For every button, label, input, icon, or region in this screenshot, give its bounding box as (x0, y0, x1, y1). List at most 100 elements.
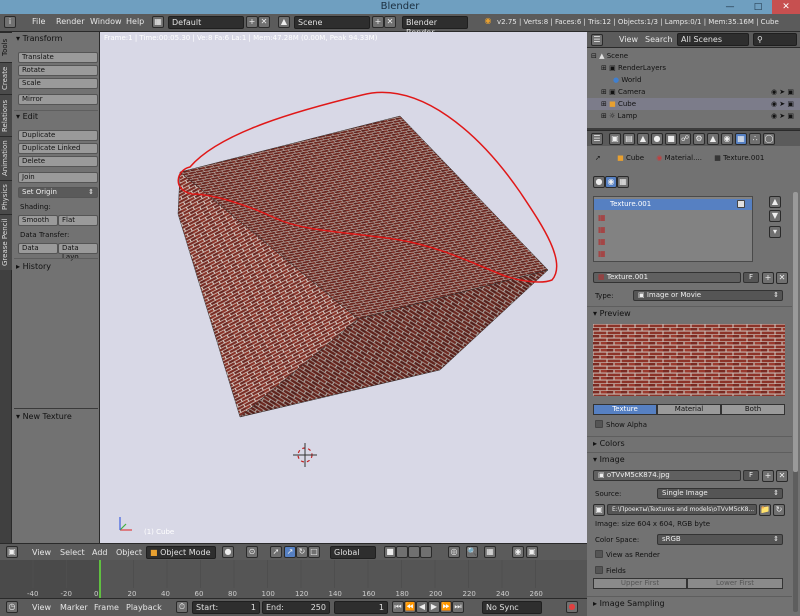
preview-material-toggle[interactable]: Material (657, 404, 721, 415)
scale-button[interactable]: Scale (18, 78, 98, 89)
snap-element-icon[interactable]: ▦ (484, 546, 496, 558)
translate-manipulator-icon[interactable]: ↗ (284, 546, 296, 558)
empty-slot-icon[interactable]: ▦ (598, 225, 606, 234)
tab-relations[interactable]: Relations (0, 94, 12, 136)
layout-add-icon[interactable]: + (246, 16, 258, 28)
menu-window[interactable]: Window (90, 17, 122, 26)
menu-frame[interactable]: Frame (94, 603, 119, 612)
material-tab-icon[interactable]: ◉ (721, 133, 733, 145)
translate-button[interactable]: Translate (18, 52, 98, 63)
record-icon[interactable]: ● (566, 601, 578, 613)
editor-type-icon[interactable]: ▣ (6, 546, 18, 558)
fake-user-button[interactable]: F (743, 272, 759, 283)
expand-icon[interactable]: ⊞ (601, 64, 607, 72)
viewport-shading-icon[interactable]: ● (222, 546, 234, 558)
opengl-anim-icon[interactable]: ▣ (526, 546, 538, 558)
reload-image-icon[interactable]: ↻ (773, 504, 785, 516)
texture-type-dropdown[interactable]: ▣ Image or Movie ⇕ (633, 290, 783, 301)
scene-icon[interactable]: ▲ (278, 16, 290, 28)
scrollbar-thumb[interactable] (793, 192, 798, 472)
visibility-icons[interactable]: ◉ ➤ ▣ (771, 98, 794, 110)
close-icon[interactable]: ✕ (772, 0, 800, 14)
layer-icon[interactable] (420, 546, 432, 558)
proportional-edit-icon[interactable]: ◎ (448, 546, 460, 558)
expand-icon[interactable]: ⊞ (601, 88, 607, 96)
tab-create[interactable]: Create (0, 62, 12, 94)
expand-icon[interactable]: ⊞ (601, 100, 607, 108)
scale-manipulator-icon[interactable]: □ (308, 546, 320, 558)
pack-image-icon[interactable]: ▣ (593, 504, 605, 516)
lower-first-toggle[interactable]: Lower First (687, 578, 783, 589)
preview-range-icon[interactable]: ⏱ (176, 601, 188, 613)
menu-object[interactable]: Object (116, 548, 142, 557)
menu-help[interactable]: Help (126, 17, 144, 26)
outliner-item-camera[interactable]: ⊞ ▣ Camera ◉ ➤ ▣ (587, 86, 800, 98)
textured-cube[interactable] (177, 115, 549, 418)
history-panel-header[interactable]: ▸ History (16, 262, 51, 271)
pivot-point-icon[interactable]: ⊙ (246, 546, 258, 558)
texture-slot-list[interactable]: Texture.001 ▦ ▦ ▦ ▦ (593, 196, 753, 262)
properties-editor-icon[interactable]: ☰ (591, 133, 603, 145)
timeline[interactable]: -40 -20 0 20 40 60 80 100 120 140 160 180 200 220 240 2… (0, 560, 587, 598)
visibility-icons[interactable]: ◉ ➤ ▣ (771, 110, 794, 122)
set-origin-dropdown[interactable]: Set Origin ⇕ (18, 187, 98, 198)
outliner-item-world[interactable]: ● World (587, 74, 800, 86)
particles-tab-icon[interactable]: ∴ (749, 133, 761, 145)
menu-add[interactable]: Add (92, 548, 108, 557)
upper-first-toggle[interactable]: Upper First (593, 578, 687, 589)
texture-slot-enabled-checkbox[interactable] (737, 200, 745, 208)
outliner-item-renderlayers[interactable]: ⊞ ▣ RenderLayers (587, 62, 800, 74)
move-up-icon[interactable]: ▲ (769, 196, 781, 208)
snap-icon[interactable]: 🔍 (466, 546, 478, 558)
outliner-item-scene[interactable]: ⊟ ▲ Scene (587, 50, 800, 62)
preview-both-toggle[interactable]: Both (721, 404, 785, 415)
play-reverse-icon[interactable]: ◀ (416, 601, 428, 613)
image-filepath-field[interactable]: E:\Проекты\Textures and models\oTVvM5cK8… (607, 504, 757, 515)
collapse-icon[interactable]: ⊟ (591, 52, 597, 60)
expand-icon[interactable]: ⊞ (601, 112, 607, 120)
layout-remove-icon[interactable]: ✕ (258, 16, 270, 28)
world-texture-context-icon[interactable]: ● (593, 176, 605, 188)
empty-slot-icon[interactable]: ▦ (598, 237, 606, 246)
new-texture-add-icon[interactable]: + (762, 272, 774, 284)
display-mode-selector[interactable]: All Scenes (677, 33, 749, 46)
sync-mode-selector[interactable]: No Sync (482, 601, 542, 614)
texture-tab-icon[interactable]: ▦ (735, 133, 747, 145)
color-space-dropdown[interactable]: sRGB ⇕ (657, 534, 783, 545)
join-button[interactable]: Join (18, 172, 98, 183)
tab-grease-pencil[interactable]: Grease Pencil (0, 214, 12, 270)
delete-button[interactable]: Delete (18, 156, 98, 167)
outliner-search-input[interactable]: ⚲ (753, 33, 797, 46)
browse-file-icon[interactable]: 📁 (759, 504, 771, 516)
data-tab-icon[interactable]: ▲ (707, 133, 719, 145)
3d-viewport[interactable]: Frame:1 | Time:00:05.30 | Ve:8 Fa:6 La:1… (100, 32, 587, 543)
rotate-button[interactable]: Rotate (18, 65, 98, 76)
layer-icon[interactable] (396, 546, 408, 558)
move-down-icon[interactable]: ▼ (769, 210, 781, 222)
tab-animation[interactable]: Animation (0, 136, 12, 180)
manipulator-toggle-icon[interactable]: ➚ (270, 546, 282, 558)
opengl-render-icon[interactable]: ◉ (512, 546, 524, 558)
layer-icon[interactable]: ■ (384, 546, 396, 558)
transform-orientation-selector[interactable]: Global (330, 546, 376, 559)
preview-panel-header[interactable]: ▾ Preview (587, 306, 792, 320)
prev-keyframe-icon[interactable]: ⏪ (404, 601, 416, 613)
show-alpha-checkbox[interactable]: Show Alpha (595, 420, 647, 429)
texture-slot-row[interactable]: Texture.001 (594, 199, 752, 210)
image-source-dropdown[interactable]: Single Image ⇕ (657, 488, 783, 499)
image-name-field[interactable]: ▣ oTVvM5cK874.jpg (593, 470, 741, 481)
scene-selector[interactable]: Scene (294, 16, 370, 29)
flat-button[interactable]: Flat (58, 215, 98, 226)
mirror-button[interactable]: Mirror (18, 94, 98, 105)
duplicate-button[interactable]: Duplicate (18, 130, 98, 141)
layout-icon[interactable]: ▦ (152, 16, 164, 28)
image-panel-header[interactable]: ▾ Image (587, 452, 792, 466)
duplicate-linked-button[interactable]: Duplicate Linked (18, 143, 98, 154)
menu-playback[interactable]: Playback (126, 603, 162, 612)
tab-physics[interactable]: Physics (0, 180, 12, 214)
world-tab-icon[interactable]: ● (651, 133, 663, 145)
properties-scrollbar[interactable] (793, 192, 798, 612)
maximize-icon[interactable]: □ (744, 0, 772, 14)
render-tab-icon[interactable]: ▣ (609, 133, 621, 145)
pin-icon[interactable]: ➚ (595, 154, 601, 162)
